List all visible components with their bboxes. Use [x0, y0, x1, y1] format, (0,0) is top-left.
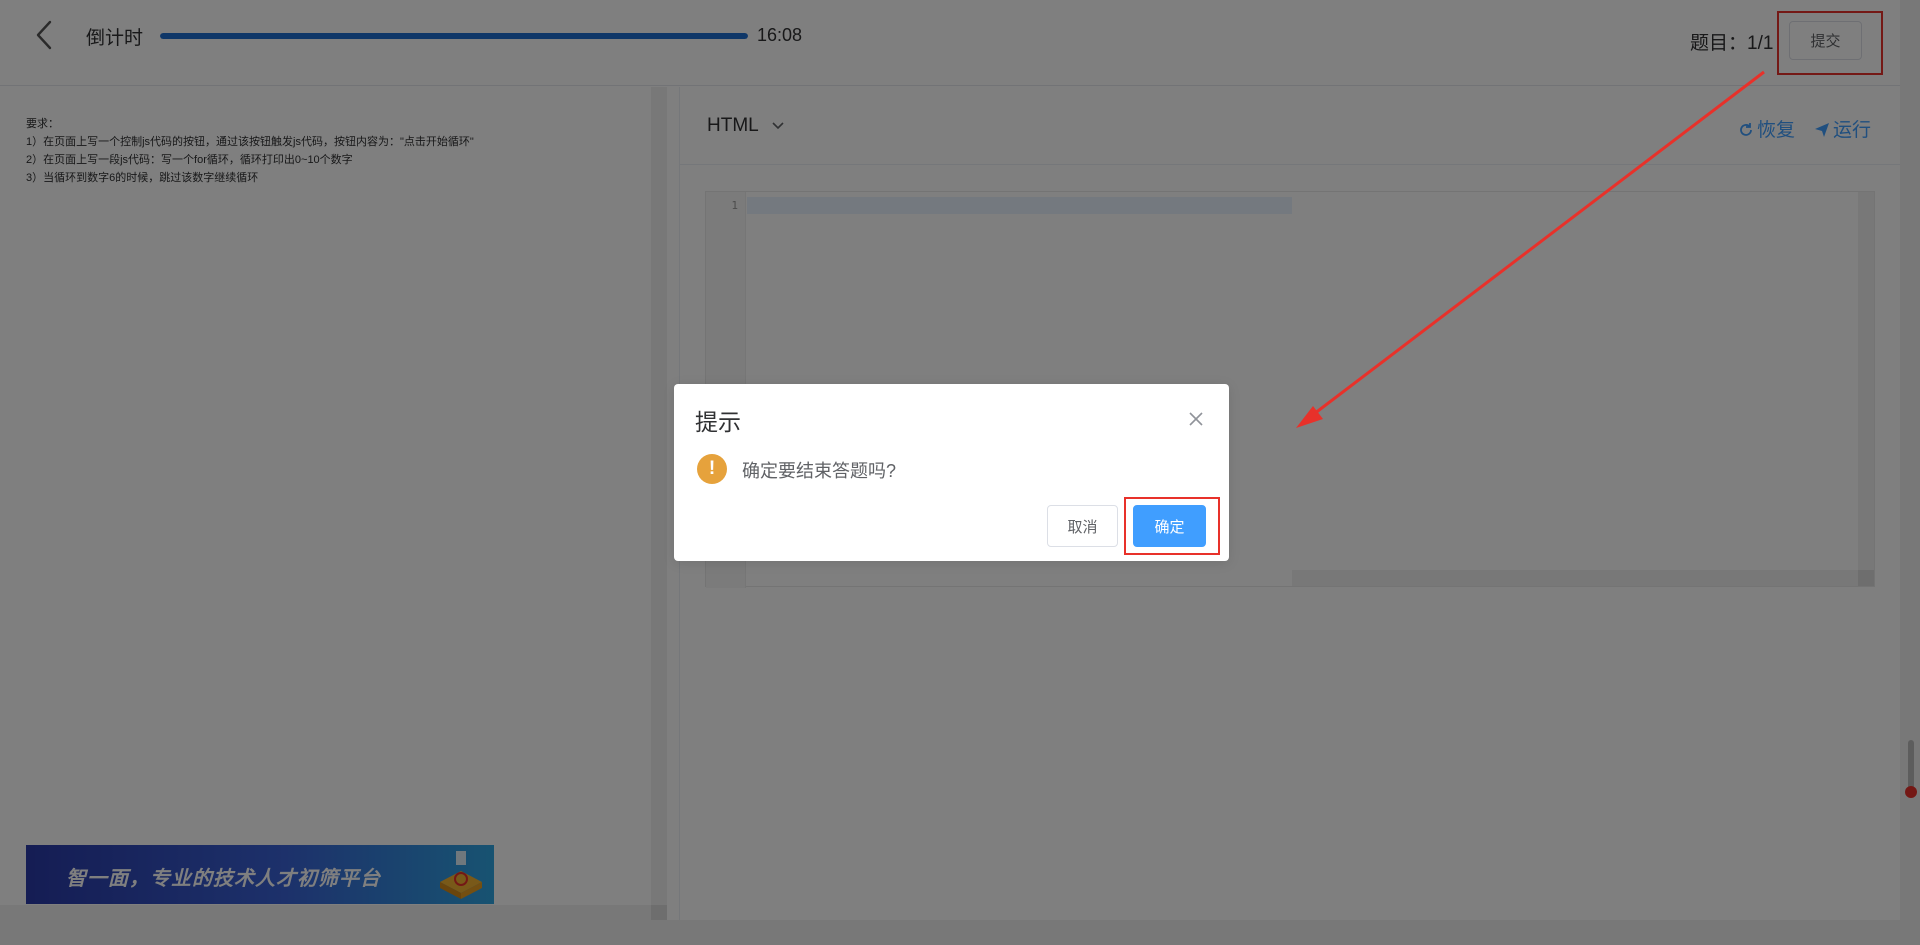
close-icon[interactable] [1188, 411, 1204, 427]
confirm-highlight-box [1124, 497, 1220, 555]
warning-icon: ! [697, 454, 727, 484]
cancel-button[interactable]: 取消 [1047, 505, 1118, 547]
submit-annotation-region [1779, 13, 1881, 73]
dialog-title: 提示 [695, 409, 741, 435]
dialog-message: 确定要结束答题吗? [742, 461, 897, 481]
